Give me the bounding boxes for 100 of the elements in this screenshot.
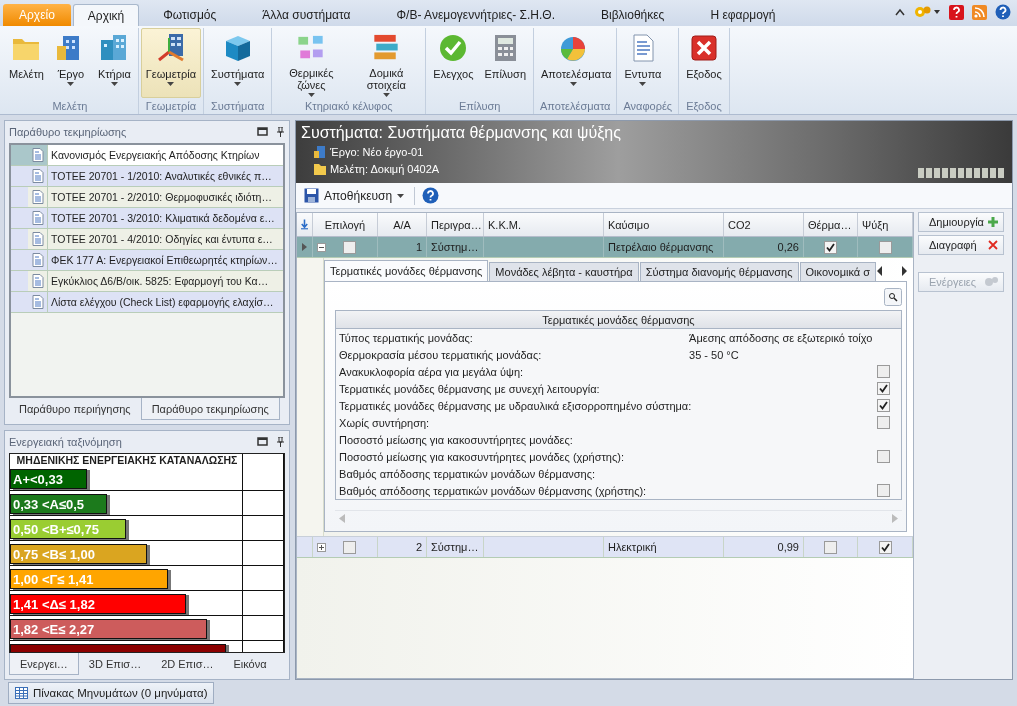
checkbox[interactable] xyxy=(877,382,890,395)
document-row[interactable]: ΤΟΤΕΕ 20701 - 2/2010: Θερμοφυσικές ιδιότη… xyxy=(11,187,283,208)
group-label: Μελέτη xyxy=(51,100,89,114)
checkbox[interactable] xyxy=(877,365,890,378)
property-value[interactable]: 35 - 50 °C xyxy=(689,348,877,361)
panel-tab[interactable]: 2D Επισ… xyxy=(151,653,224,675)
detail-tab[interactable]: Τερματικές μονάδες θέρμανσης xyxy=(324,260,489,281)
document-title: ΤΟΤΕΕ 20701 - 4/2010: Οδηγίες και έντυπα ε… xyxy=(47,229,283,249)
group-label: Εξοδος xyxy=(685,100,723,114)
checkbox[interactable] xyxy=(343,540,356,554)
caret-icon xyxy=(397,193,405,198)
panel-controls-icon[interactable] xyxy=(257,437,285,447)
table-cell: 1 xyxy=(378,237,427,257)
detail-tab[interactable]: Οικονομικά σ xyxy=(799,262,876,281)
panel-tab[interactable]: Εικόνα xyxy=(223,653,277,675)
tab-scroll-arrows-icon[interactable] xyxy=(877,265,907,276)
checkbox[interactable] xyxy=(343,240,356,254)
ribbon-button[interactable]: Δομικά στοιχεία xyxy=(349,28,424,98)
ribbon-tab[interactable]: Άλλα συστήματα xyxy=(240,4,373,26)
document-row[interactable]: ΦΕΚ 177 Α: Ενεργειακοί Επιθεωρητές κτηρίων… xyxy=(11,250,283,271)
ribbon-button[interactable]: Θερμικές ζώνες xyxy=(274,28,349,98)
ribbon-button[interactable]: Γεωμετρία xyxy=(140,28,201,98)
checkbox[interactable] xyxy=(878,540,892,554)
ribbon-tab[interactable]: Φωτισμός xyxy=(141,4,239,26)
group-label: Συστήματα xyxy=(210,100,266,114)
document-row[interactable]: ΤΟΤΕΕ 20701 - 4/2010: Οδηγίες και έντυπα ε… xyxy=(11,229,283,250)
checkbox[interactable] xyxy=(877,399,890,412)
ribbon-button[interactable]: Μελέτη xyxy=(4,28,49,98)
ribbon-tab[interactable]: Φ/Β- Ανεμογεννήτριες- Σ.Η.Θ. xyxy=(374,4,577,26)
checkbox[interactable] xyxy=(877,416,890,429)
document-row[interactable]: ΤΟΤΕΕ 20701 - 1/2010: Αναλυτικές εθνικές π… xyxy=(11,166,283,187)
caret-icon xyxy=(234,82,242,86)
ribbon-button[interactable]: Έργο xyxy=(49,28,92,98)
column-header[interactable]: Θέρμα… xyxy=(804,213,858,236)
ribbon-button[interactable]: Ελεγχος xyxy=(428,28,479,98)
checkbox[interactable] xyxy=(878,240,892,254)
property-value[interactable]: Άμεσης απόδοσης σε εξωτερικό τοίχο xyxy=(689,331,877,344)
minimize-ribbon-icon[interactable] xyxy=(895,8,905,16)
search-button[interactable] xyxy=(884,288,902,306)
table-cell: Πετρέλαιο θέρμανσης xyxy=(604,237,724,257)
save-button[interactable]: Αποθήκευση xyxy=(301,186,408,205)
property-label: Ποσοστό μείωσης για κακοσυντήρητες μονάδες: xyxy=(339,433,574,446)
ribbon-tab[interactable]: Βιβλιοθήκες xyxy=(578,4,687,26)
energy-band-bar: 1,82 <Ε≤ 2,27 xyxy=(10,619,208,639)
help-icon[interactable] xyxy=(422,187,440,204)
expand-icon[interactable] xyxy=(317,542,326,552)
group-label: Γεωμετρία xyxy=(144,100,197,114)
column-header[interactable]: CO2 xyxy=(724,213,804,236)
document-row[interactable]: ΤΟΤΕΕ 20701 - 3/2010: Κλιματικά δεδομένα ε… xyxy=(11,208,283,229)
document-title: ΤΟΤΕΕ 20701 - 3/2010: Κλιματικά δεδομένα ε… xyxy=(47,208,283,228)
checkbox[interactable] xyxy=(877,450,890,463)
collapse-icon[interactable] xyxy=(317,242,326,252)
column-header[interactable]: Επιλογή xyxy=(313,213,378,236)
column-header[interactable]: Ψύξη xyxy=(858,213,913,236)
panel-title: Παράθυρο τεκμηρίωσης xyxy=(9,126,127,138)
column-header[interactable]: Περιγρα… xyxy=(427,213,484,236)
ribbon-tab[interactable]: Η εφαρμογή xyxy=(688,4,798,26)
document-row[interactable]: Εγκύκλιος Δ6/Β/οικ. 5825: Εφαρμογή του Κα… xyxy=(11,271,283,292)
checkbox[interactable] xyxy=(824,540,837,554)
panel-tab[interactable]: Παράθυρο τεκμηρίωσης xyxy=(140,398,280,420)
ribbon-tab[interactable]: Αρχική xyxy=(72,4,140,26)
panel-controls-icon[interactable] xyxy=(257,127,285,137)
save-icon xyxy=(304,188,319,203)
panel-tab[interactable]: 3D Επισ… xyxy=(78,653,152,675)
panel-title: Ενεργειακή ταξινόμηση xyxy=(9,436,122,448)
ribbon-button[interactable]: Εντυπα xyxy=(619,28,667,98)
progress-blocks-icon xyxy=(918,168,1006,178)
document-icon xyxy=(31,169,44,183)
ribbon-button[interactable]: Επίλυση xyxy=(479,28,531,98)
caret-icon xyxy=(569,82,577,86)
ribbon-button[interactable]: Αποτελέσματα xyxy=(536,28,610,98)
column-header[interactable]: Κ.Κ.Μ. xyxy=(484,213,604,236)
group-label: Αναφορές xyxy=(622,100,674,114)
table-row[interactable]: 2 Σύστημ… Ηλεκτρική 0,99 xyxy=(297,537,913,558)
side-button[interactable]: Δημιουργία xyxy=(918,212,1004,232)
energy-band-bar: 0,50 <Β+≤0,75 xyxy=(10,519,126,539)
table-cell: 0,26 xyxy=(724,237,804,257)
side-button[interactable]: Διαγραφή xyxy=(918,235,1004,255)
panel-tab[interactable]: Παράθυρο περιήγησης xyxy=(9,398,141,420)
document-row[interactable]: Λίστα ελέγχου (Check List) εφαρμογής ελαχίσ… xyxy=(11,292,283,313)
ribbon-button[interactable]: Συστήματα xyxy=(206,28,270,98)
scale-header: ΜΗΔΕΝΙΚΗΣ ΕΝΕΡΓΕΙΑΚΗΣ ΚΑΤΑΝΑΛΩΣΗΣ xyxy=(15,454,238,466)
document-title: ΤΟΤΕΕ 20701 - 1/2010: Αναλυτικές εθνικές π… xyxy=(47,166,283,186)
panel-tab[interactable]: Ενεργει… xyxy=(9,653,79,675)
document-icon xyxy=(31,190,44,204)
table-row[interactable]: 1 Σύστημ… Πετρέλαιο θέρμανσης 0,26 xyxy=(297,237,913,258)
ribbon-button[interactable]: Κτήρια xyxy=(92,28,136,98)
help-icon[interactable] xyxy=(949,4,964,20)
detail-tab[interactable]: Σύστημα διανομής θέρμανσης xyxy=(639,262,799,281)
column-header[interactable]: Α/Α xyxy=(378,213,427,236)
ribbon-button[interactable]: Εξοδος xyxy=(681,28,727,98)
document-icon xyxy=(31,274,44,288)
message-table-button[interactable]: Πίνακας Μηνυμάτων (0 μηνύματα) xyxy=(8,682,215,704)
detail-tab[interactable]: Μονάδες λέβητα - καυστήρα xyxy=(489,262,639,281)
column-header[interactable]: Καύσιμο xyxy=(604,213,724,236)
checkbox[interactable] xyxy=(877,484,890,497)
help-icon[interactable] xyxy=(995,4,1011,20)
sort-icon[interactable] xyxy=(301,218,308,231)
checkbox[interactable] xyxy=(824,240,837,254)
document-row[interactable]: Κανονισμός Ενεργειακής Απόδοσης Κτηρίων xyxy=(11,145,283,166)
